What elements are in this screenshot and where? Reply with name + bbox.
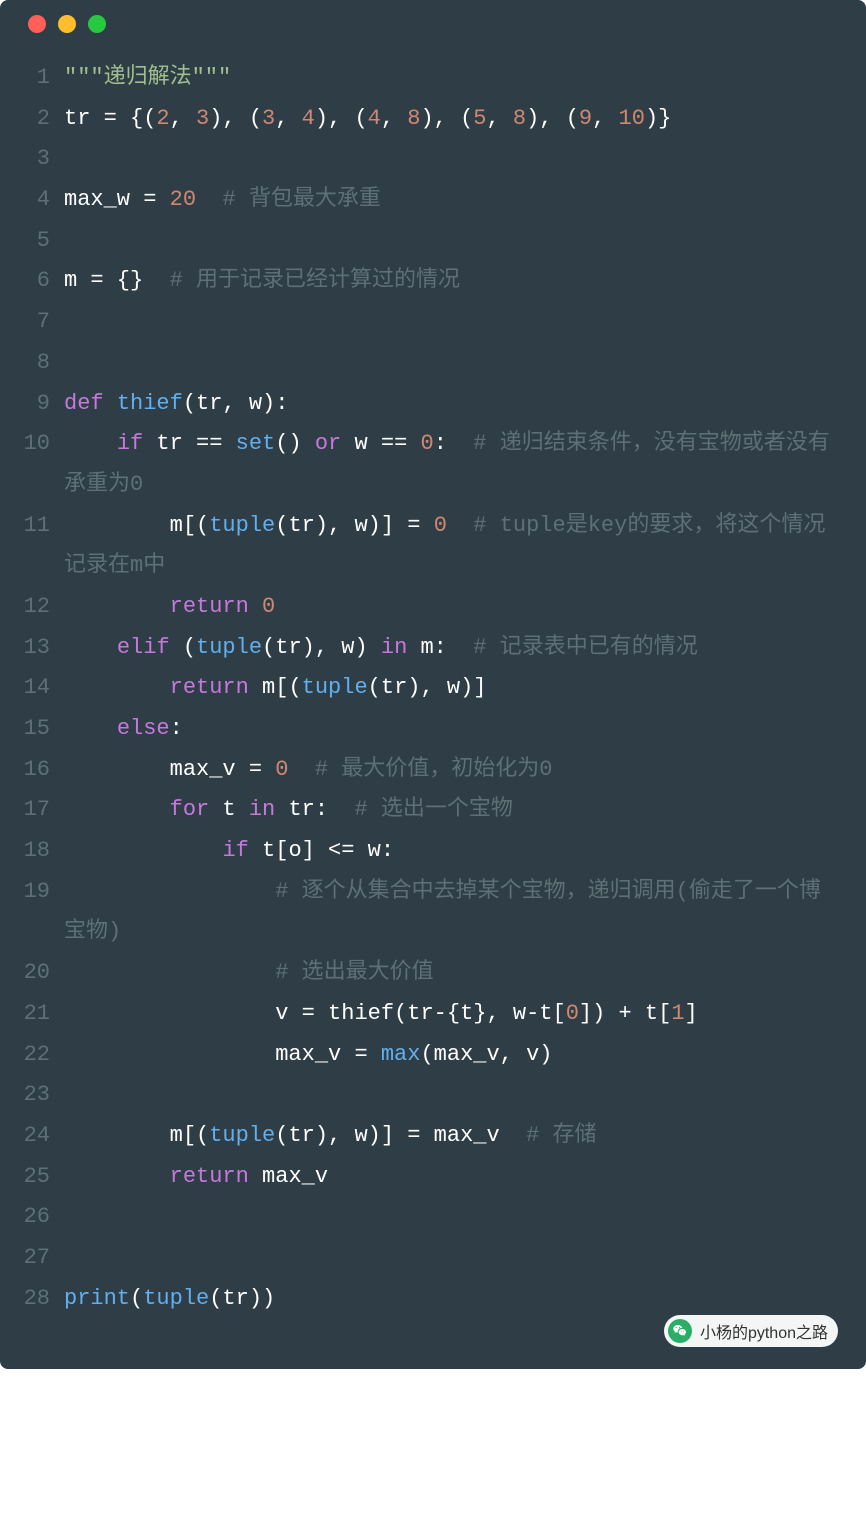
line-content: m[(tuple(tr), w)] = max_v # 存储 [64,1116,840,1157]
line-content: m[(tuple(tr), w)] = 0 # tuple是key的要求，将这个… [64,506,840,587]
code-line: 5 [10,221,840,262]
line-content: tr = {(2, 3), (3, 4), (4, 8), (5, 8), (9… [64,99,840,140]
line-content: m = {} # 用于记录已经计算过的情况 [64,261,840,302]
code-line: 1"""递归解法""" [10,58,840,99]
wechat-icon [668,1319,692,1343]
code-line: 3 [10,139,840,180]
line-number: 22 [10,1035,64,1076]
code-line: 22 max_v = max(max_v, v) [10,1035,840,1076]
line-number: 27 [10,1238,64,1279]
code-line: 21 v = thief(tr-{t}, w-t[0]) + t[1] [10,994,840,1035]
line-number: 14 [10,668,64,709]
line-number: 6 [10,261,64,302]
line-content: for t in tr: # 选出一个宝物 [64,790,840,831]
line-number: 16 [10,750,64,791]
line-number: 20 [10,953,64,994]
line-number: 7 [10,302,64,343]
line-content: return 0 [64,587,840,628]
code-line: 11 m[(tuple(tr), w)] = 0 # tuple是key的要求，… [10,506,840,587]
line-number: 8 [10,343,64,384]
code-line: 25 return max_v [10,1157,840,1198]
close-icon[interactable] [28,15,46,33]
code-window: 1"""递归解法"""2tr = {(2, 3), (3, 4), (4, 8)… [0,0,866,1369]
line-content: # 逐个从集合中去掉某个宝物，递归调用(偷走了一个博宝物) [64,872,840,953]
line-number: 15 [10,709,64,750]
line-number: 9 [10,384,64,425]
line-number: 1 [10,58,64,99]
line-content: if tr == set() or w == 0: # 递归结束条件，没有宝物或… [64,424,840,505]
code-line: 18 if t[o] <= w: [10,831,840,872]
code-line: 15 else: [10,709,840,750]
line-number: 23 [10,1075,64,1116]
line-number: 19 [10,872,64,913]
minimize-icon[interactable] [58,15,76,33]
code-line: 24 m[(tuple(tr), w)] = max_v # 存储 [10,1116,840,1157]
line-number: 3 [10,139,64,180]
watermark-text: 小杨的python之路 [700,1319,828,1343]
line-content: if t[o] <= w: [64,831,840,872]
line-number: 12 [10,587,64,628]
code-line: 9def thief(tr, w): [10,384,840,425]
line-number: 21 [10,994,64,1035]
line-content: return max_v [64,1157,840,1198]
line-content: print(tuple(tr)) [64,1279,840,1320]
window-titlebar [0,0,866,48]
line-number: 4 [10,180,64,221]
code-line: 12 return 0 [10,587,840,628]
code-line: 13 elif (tuple(tr), w) in m: # 记录表中已有的情况 [10,628,840,669]
code-line: 27 [10,1238,840,1279]
line-number: 26 [10,1197,64,1238]
line-content: """递归解法""" [64,58,840,99]
line-number: 13 [10,628,64,669]
maximize-icon[interactable] [88,15,106,33]
line-number: 5 [10,221,64,262]
code-line: 10 if tr == set() or w == 0: # 递归结束条件，没有… [10,424,840,505]
code-editor[interactable]: 1"""递归解法"""2tr = {(2, 3), (3, 4), (4, 8)… [0,48,866,1329]
line-number: 11 [10,506,64,547]
code-line: 23 [10,1075,840,1116]
code-line: 19 # 逐个从集合中去掉某个宝物，递归调用(偷走了一个博宝物) [10,872,840,953]
line-content: v = thief(tr-{t}, w-t[0]) + t[1] [64,994,840,1035]
line-content: elif (tuple(tr), w) in m: # 记录表中已有的情况 [64,628,840,669]
code-line: 14 return m[(tuple(tr), w)] [10,668,840,709]
line-content: max_w = 20 # 背包最大承重 [64,180,840,221]
line-number: 18 [10,831,64,872]
line-number: 10 [10,424,64,465]
line-number: 17 [10,790,64,831]
watermark: 小杨的python之路 [664,1315,838,1347]
code-line: 28print(tuple(tr)) [10,1279,840,1320]
code-line: 8 [10,343,840,384]
line-number: 28 [10,1279,64,1320]
code-line: 16 max_v = 0 # 最大价值，初始化为0 [10,750,840,791]
line-content: return m[(tuple(tr), w)] [64,668,840,709]
line-number: 25 [10,1157,64,1198]
code-line: 20 # 选出最大价值 [10,953,840,994]
line-number: 24 [10,1116,64,1157]
code-line: 7 [10,302,840,343]
code-line: 26 [10,1197,840,1238]
line-content: max_v = max(max_v, v) [64,1035,840,1076]
code-line: 2tr = {(2, 3), (3, 4), (4, 8), (5, 8), (… [10,99,840,140]
code-line: 17 for t in tr: # 选出一个宝物 [10,790,840,831]
line-content: # 选出最大价值 [64,953,840,994]
code-line: 4max_w = 20 # 背包最大承重 [10,180,840,221]
line-number: 2 [10,99,64,140]
line-content: else: [64,709,840,750]
line-content: max_v = 0 # 最大价值，初始化为0 [64,750,840,791]
line-content: def thief(tr, w): [64,384,840,425]
code-line: 6m = {} # 用于记录已经计算过的情况 [10,261,840,302]
